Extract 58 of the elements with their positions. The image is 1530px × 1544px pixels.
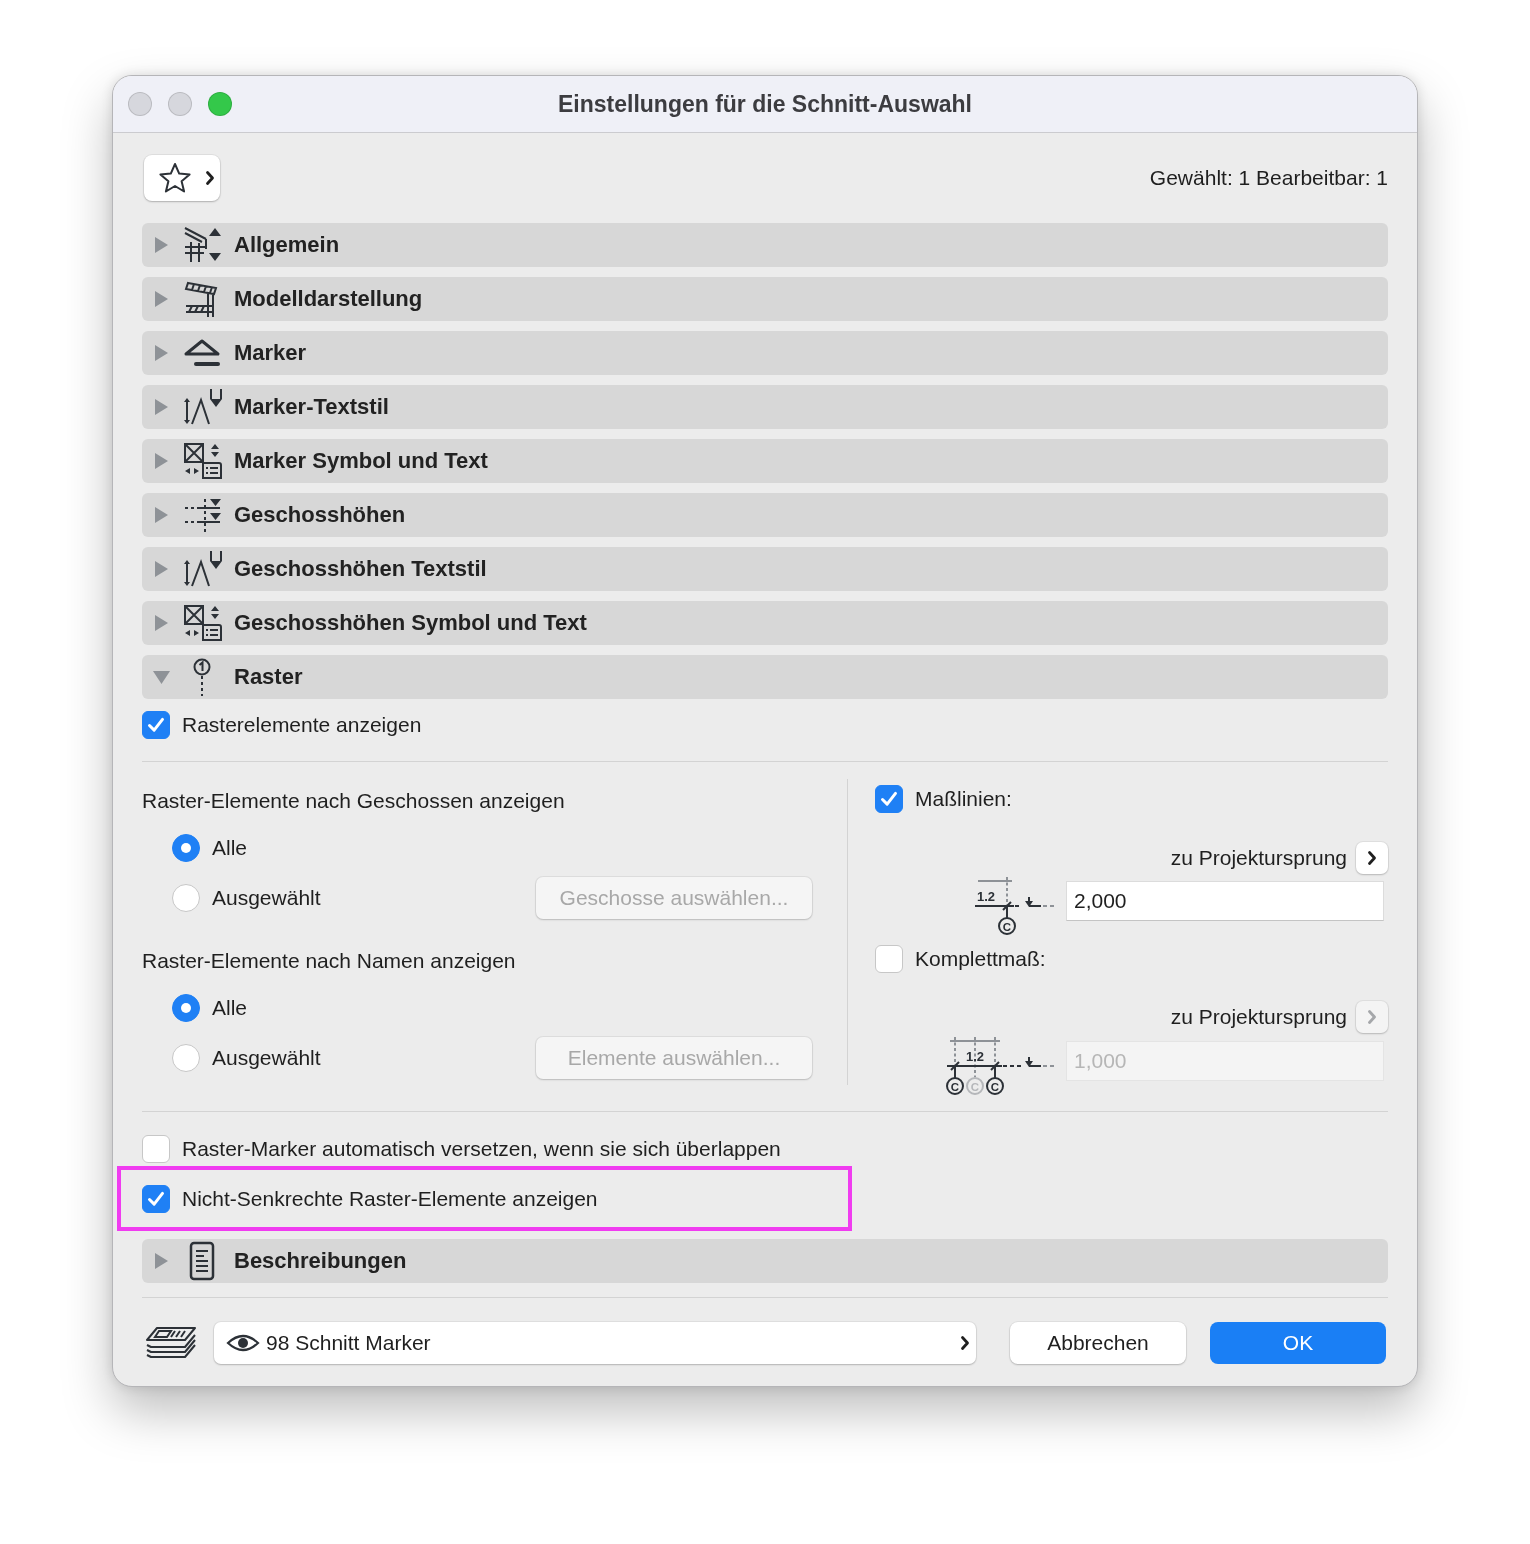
- radio-button[interactable]: [172, 994, 200, 1022]
- section-header[interactable]: Allgemein: [142, 223, 1388, 267]
- grid-marker: C: [998, 917, 1016, 935]
- checkbox[interactable]: [875, 945, 903, 973]
- chevron-icon: [1367, 1009, 1377, 1025]
- text-style-icon: [182, 549, 222, 589]
- section-header[interactable]: Modelldarstellung: [142, 277, 1388, 321]
- reference-label: zu Projektursprung: [1170, 1005, 1347, 1029]
- checkbox-label: Maßlinien:: [915, 787, 1012, 811]
- section-header[interactable]: Geschosshöhen Symbol und Text: [142, 601, 1388, 645]
- window-title: Einstellungen für die Schnitt-Auswahl: [558, 90, 972, 118]
- radio-label: Ausgewählt: [212, 886, 321, 910]
- reference-label: zu Projektursprung: [1170, 846, 1347, 870]
- symbol-text-icon: [182, 441, 222, 481]
- checkbox-label: Raster-Marker automatisch versetzen, wenn sie sich überlappen: [182, 1137, 781, 1161]
- radio-label: Alle: [212, 836, 248, 860]
- eye-icon: [226, 1332, 260, 1354]
- group-heading: Raster-Elemente nach Geschossen anzeigen: [142, 788, 566, 814]
- chevron-icon: [205, 170, 215, 186]
- group-heading: Raster-Elemente nach Namen anzeigen: [142, 948, 517, 974]
- checkbox-label: Komplettmaß:: [915, 947, 1046, 971]
- input-field[interactable]: 2,000: [1066, 881, 1384, 921]
- layers-icon[interactable]: [145, 1326, 197, 1360]
- radio-button[interactable]: [172, 834, 200, 862]
- section-header[interactable]: Marker Symbol und Text: [142, 439, 1388, 483]
- star-icon: [158, 162, 192, 194]
- checkbox[interactable]: [142, 1135, 170, 1163]
- reference-menu-button[interactable]: [1356, 842, 1388, 874]
- confirm-button[interactable]: OK: [1210, 1322, 1386, 1364]
- grid-marker: C: [946, 1077, 964, 1095]
- favorites-button[interactable]: [144, 155, 220, 201]
- checkbox[interactable]: [142, 1184, 170, 1213]
- dimension-value-label: 1.2: [965, 1049, 985, 1064]
- section-header[interactable]: Geschosshöhen Textstil: [142, 547, 1388, 591]
- text-style-icon: [182, 387, 222, 427]
- radio-label: Ausgewählt: [212, 1046, 321, 1070]
- selection-count: Gewählt: 1 Bearbeitbar: 1: [1149, 166, 1388, 190]
- zoom-button[interactable]: [208, 92, 232, 116]
- section-line-icon: [182, 225, 222, 265]
- checkbox[interactable]: [142, 711, 170, 739]
- section-header[interactable]: Beschreibungen: [142, 1239, 1388, 1283]
- checkbox-label: Nicht-Senkrechte Raster-Elemente anzeigen: [182, 1186, 598, 1211]
- section-header[interactable]: Marker: [142, 331, 1388, 375]
- symbol-text-icon: [182, 603, 222, 643]
- chevron-icon: [1367, 850, 1377, 866]
- view-dropdown[interactable]: 98 Schnitt Marker: [214, 1322, 976, 1364]
- checkbox[interactable]: [875, 785, 903, 813]
- radio-button[interactable]: [172, 884, 200, 912]
- checkbox-label: Rasterelemente anzeigen: [182, 713, 422, 737]
- grid-marker: C: [986, 1077, 1004, 1095]
- section-header[interactable]: Marker-Textstil: [142, 385, 1388, 429]
- cancel-button[interactable]: Abbrechen: [1010, 1322, 1186, 1364]
- radio-label: Alle: [212, 996, 248, 1020]
- radio-button[interactable]: [172, 1044, 200, 1072]
- section-header[interactable]: Raster: [142, 655, 1388, 699]
- section-header[interactable]: Geschosshöhen: [142, 493, 1388, 537]
- dimension-value-label: 1.2: [976, 889, 996, 904]
- chevron-icon: [960, 1335, 970, 1351]
